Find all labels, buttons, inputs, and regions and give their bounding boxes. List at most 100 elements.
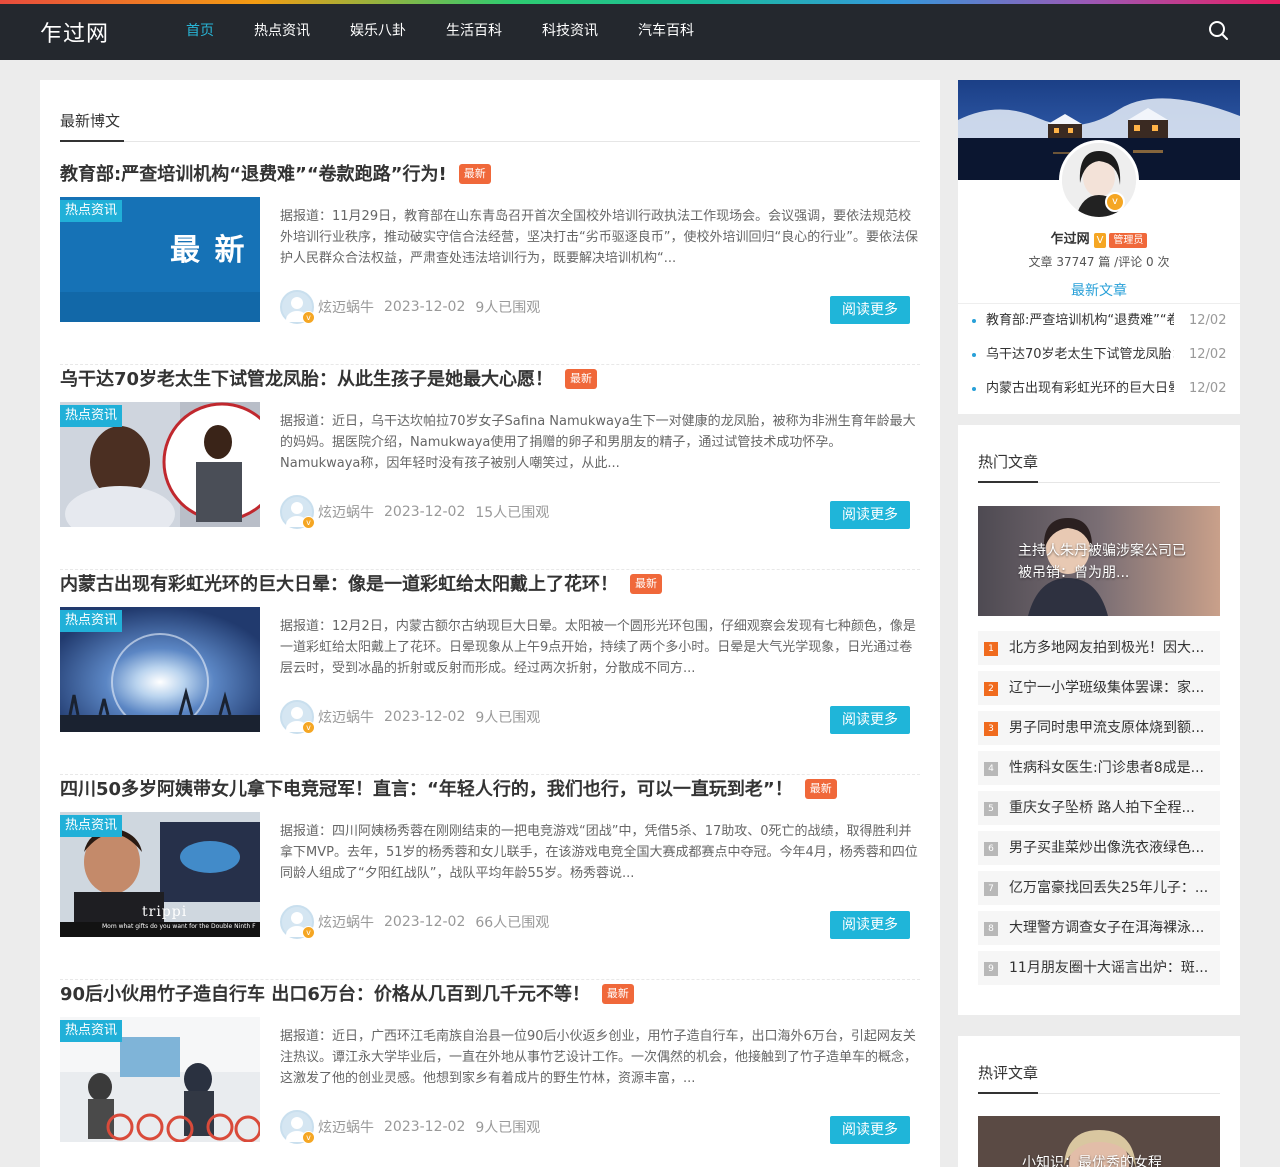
read-more-button[interactable]: 阅读更多 [830, 501, 910, 529]
bullet-icon [972, 387, 976, 391]
new-badge: 最新 [630, 574, 662, 594]
list-item[interactable]: 7 亿万富豪找回丢失25年儿子：... [978, 871, 1220, 905]
new-badge: 最新 [601, 984, 634, 1004]
nav-item-home[interactable]: 首页 [170, 4, 230, 60]
view-count: 9人已围观 [475, 1120, 541, 1136]
post-thumbnail[interactable]: 最 新 热点资讯 [60, 197, 260, 322]
nav-item-tech[interactable]: 科技资讯 [526, 4, 614, 60]
comment-feature-title[interactable]: 小知识：最优秀的女程 [1022, 1152, 1162, 1167]
read-more-button[interactable]: 阅读更多 [830, 296, 910, 324]
latest-articles-title: 最新文章 [1071, 283, 1127, 299]
level-badge: V [1093, 233, 1107, 248]
list-item[interactable]: 9 11月朋友圈十大谣言出炉：斑... [978, 951, 1220, 985]
rank-badge: 8 [984, 922, 998, 936]
author-name[interactable]: 炫迈蜗牛 [318, 707, 374, 727]
list-item[interactable]: 内蒙古出现有彩虹光环的巨大日晕：像是一道彩虹给太阳戴上了花环！12/02 [958, 372, 1240, 406]
author-name[interactable]: 炫迈蜗牛 [318, 502, 374, 522]
post-title[interactable]: 四川50多岁阿姨带女儿拿下电竞冠军！直言：“年轻人行的，我们也行，可以一直玩到老… [60, 775, 837, 805]
author-name[interactable]: 炫迈蜗牛 [318, 297, 374, 317]
role-badge: 管理员 [1109, 233, 1148, 248]
category-tag[interactable]: 热点资讯 [60, 200, 123, 222]
category-tag[interactable]: 热点资讯 [60, 815, 123, 837]
author-avatar[interactable]: v [280, 700, 315, 739]
shirt-text: trippi [142, 904, 188, 920]
verified-icon: v [302, 516, 315, 529]
list-item[interactable]: 3 男子同时患甲流支原体烧到额... [978, 711, 1220, 745]
card-title: 热门文章 [978, 451, 1220, 483]
author-name[interactable]: 炫迈蜗牛 [318, 1117, 374, 1137]
category-tag[interactable]: 热点资讯 [60, 405, 123, 427]
post-title[interactable]: 教育部:严查培训机构“退费难”“卷款跑路”行为! 最新 [60, 160, 491, 190]
post-thumbnail[interactable]: 热点资讯 [60, 607, 260, 732]
read-more-button[interactable]: 阅读更多 [830, 1116, 910, 1144]
hot-articles-card: 热门文章 主持人朱丹被骗涉案公司已被吊销：曾为朋... 1 北方多地网友拍到极光！… [958, 425, 1240, 1015]
post-thumbnail[interactable]: trippi Mom what gifts do you want for th… [60, 812, 260, 937]
hot-feature-thumbnail[interactable]: 主持人朱丹被骗涉案公司已被吊销：曾为朋... [978, 506, 1220, 616]
view-count: 9人已围观 [475, 300, 541, 316]
comment-feature-thumbnail[interactable]: 小知识：最优秀的女程 [978, 1116, 1220, 1167]
post-list-panel: 最新博文 教育部:严查培训机构“退费难”“卷款跑路”行为! 最新 最 新 热点资讯… [40, 80, 940, 1167]
new-badge: 最新 [804, 779, 837, 799]
post-meta: v 炫迈蜗牛 2023-12-02 66人已围观 [280, 905, 549, 944]
list-item[interactable]: 6 男子买韭菜炒出像洗衣液绿色... [978, 831, 1220, 865]
author-name[interactable]: 炫迈蜗牛 [318, 912, 374, 932]
author-avatar[interactable]: v [280, 495, 315, 534]
list-item[interactable]: 1 北方多地网友拍到极光！因大... [978, 631, 1220, 665]
nav-item-entertainment[interactable]: 娱乐八卦 [334, 4, 422, 60]
main-nav: 首页 热点资讯 娱乐八卦 生活百科 科技资讯 汽车百科 [170, 4, 718, 60]
nav-item-hot-news[interactable]: 热点资讯 [238, 4, 326, 60]
author-avatar[interactable]: v [280, 905, 315, 944]
post-item: 四川50多岁阿姨带女儿拿下电竞冠军！直言：“年轻人行的，我们也行，可以一直玩到老… [60, 775, 920, 980]
verified-icon: v [1105, 192, 1125, 212]
post-title[interactable]: 内蒙古出现有彩虹光环的巨大日晕：像是一道彩虹给太阳戴上了花环！ 最新 [60, 570, 662, 600]
post-date: 2023-12-02 [384, 299, 466, 315]
site-logo[interactable]: 乍过网 [40, 16, 109, 48]
list-item[interactable]: 8 大理警方调查女子在洱海裸泳... [978, 911, 1220, 945]
rank-badge: 5 [984, 802, 998, 816]
bullet-icon [972, 319, 976, 323]
bullet-icon [972, 353, 976, 357]
post-item: 内蒙古出现有彩虹光环的巨大日晕：像是一道彩虹给太阳戴上了花环！ 最新 热点资讯 据… [60, 570, 920, 775]
post-item: 教育部:严查培训机构“退费难”“卷款跑路”行为! 最新 最 新 热点资讯 据报道：… [60, 160, 920, 365]
nav-item-auto[interactable]: 汽车百科 [622, 4, 710, 60]
post-item: 乌干达70岁老太生下试管龙凤胎：从此生孩子是她最大心愿！ 最新 热点资讯 据报道：… [60, 365, 920, 570]
list-item[interactable]: 4 性病科女医生:门诊患者8成是... [978, 751, 1220, 785]
list-item[interactable]: 乌干达70岁老太生下试管龙凤胎：从此生孩子是她最大心愿！12/02 [958, 338, 1240, 372]
new-badge: 最新 [565, 369, 598, 389]
rank-badge: 9 [984, 962, 998, 976]
post-thumbnail[interactable]: 热点资讯 [60, 1017, 260, 1142]
rank-badge: 7 [984, 882, 998, 896]
profile-avatar[interactable] [1059, 140, 1139, 220]
read-more-button[interactable]: 阅读更多 [830, 706, 910, 734]
post-thumbnail[interactable]: 热点资讯 [60, 402, 260, 527]
latest-articles-list: 教育部:严查培训机构“退费难”“卷款跑路”行为!12/02 乌干达70岁老太生下… [958, 303, 1240, 406]
profile-card: v 乍过网 V 管理员 文章 37747 篇 /评论 0 次 最新文章 教育部:严查… [958, 80, 1240, 414]
post-meta: v 炫迈蜗牛 2023-12-02 9人已围观 [280, 1110, 541, 1149]
post-item: 90后小伙用竹子造自行车 出口6万台：价格从几百到几千元不等！ 最新 热点资讯 据… [60, 980, 920, 1167]
post-title[interactable]: 乌干达70岁老太生下试管龙凤胎：从此生孩子是她最大心愿！ 最新 [60, 365, 598, 395]
hot-comment-card: 热评文章 小知识：最优秀的女程 [958, 1036, 1240, 1167]
profile-stats: 文章 37747 篇 /评论 0 次 [1028, 255, 1170, 269]
author-avatar[interactable]: v [280, 290, 315, 329]
post-meta: v 炫迈蜗牛 2023-12-02 9人已围观 [280, 700, 540, 739]
list-item[interactable]: 5 重庆女子坠桥 路人拍下全程... [978, 791, 1220, 825]
rank-badge: 6 [984, 842, 998, 856]
post-date: 2023-12-02 [384, 504, 466, 520]
rank-badge: 4 [984, 762, 998, 776]
hot-feature-title[interactable]: 主持人朱丹被骗涉案公司已被吊销：曾为朋... [1018, 540, 1188, 584]
list-item[interactable]: 2 辽宁一小学班级集体罢课：家... [978, 671, 1220, 705]
list-item[interactable]: 教育部:严查培训机构“退费难”“卷款跑路”行为!12/02 [958, 304, 1240, 338]
category-tag[interactable]: 热点资讯 [60, 1020, 123, 1042]
read-more-button[interactable]: 阅读更多 [830, 911, 910, 939]
rank-badge: 3 [984, 722, 998, 736]
post-excerpt: 据报道：四川阿姨杨秀蓉在刚刚结束的一把电竞游戏“团战”中，凭借5杀、17助攻、0… [280, 824, 918, 881]
nav-item-life[interactable]: 生活百科 [430, 4, 518, 60]
author-avatar[interactable]: v [280, 1110, 315, 1149]
post-date: 2023-12-02 [384, 914, 466, 930]
post-date: 2023-12-02 [384, 1119, 466, 1135]
new-badge: 最新 [458, 164, 491, 184]
post-title[interactable]: 90后小伙用竹子造自行车 出口6万台：价格从几百到几千元不等！ 最新 [60, 980, 634, 1010]
category-tag[interactable]: 热点资讯 [60, 610, 123, 632]
thumb-text: 最 新 [170, 233, 247, 268]
search-icon[interactable] [1206, 18, 1232, 44]
